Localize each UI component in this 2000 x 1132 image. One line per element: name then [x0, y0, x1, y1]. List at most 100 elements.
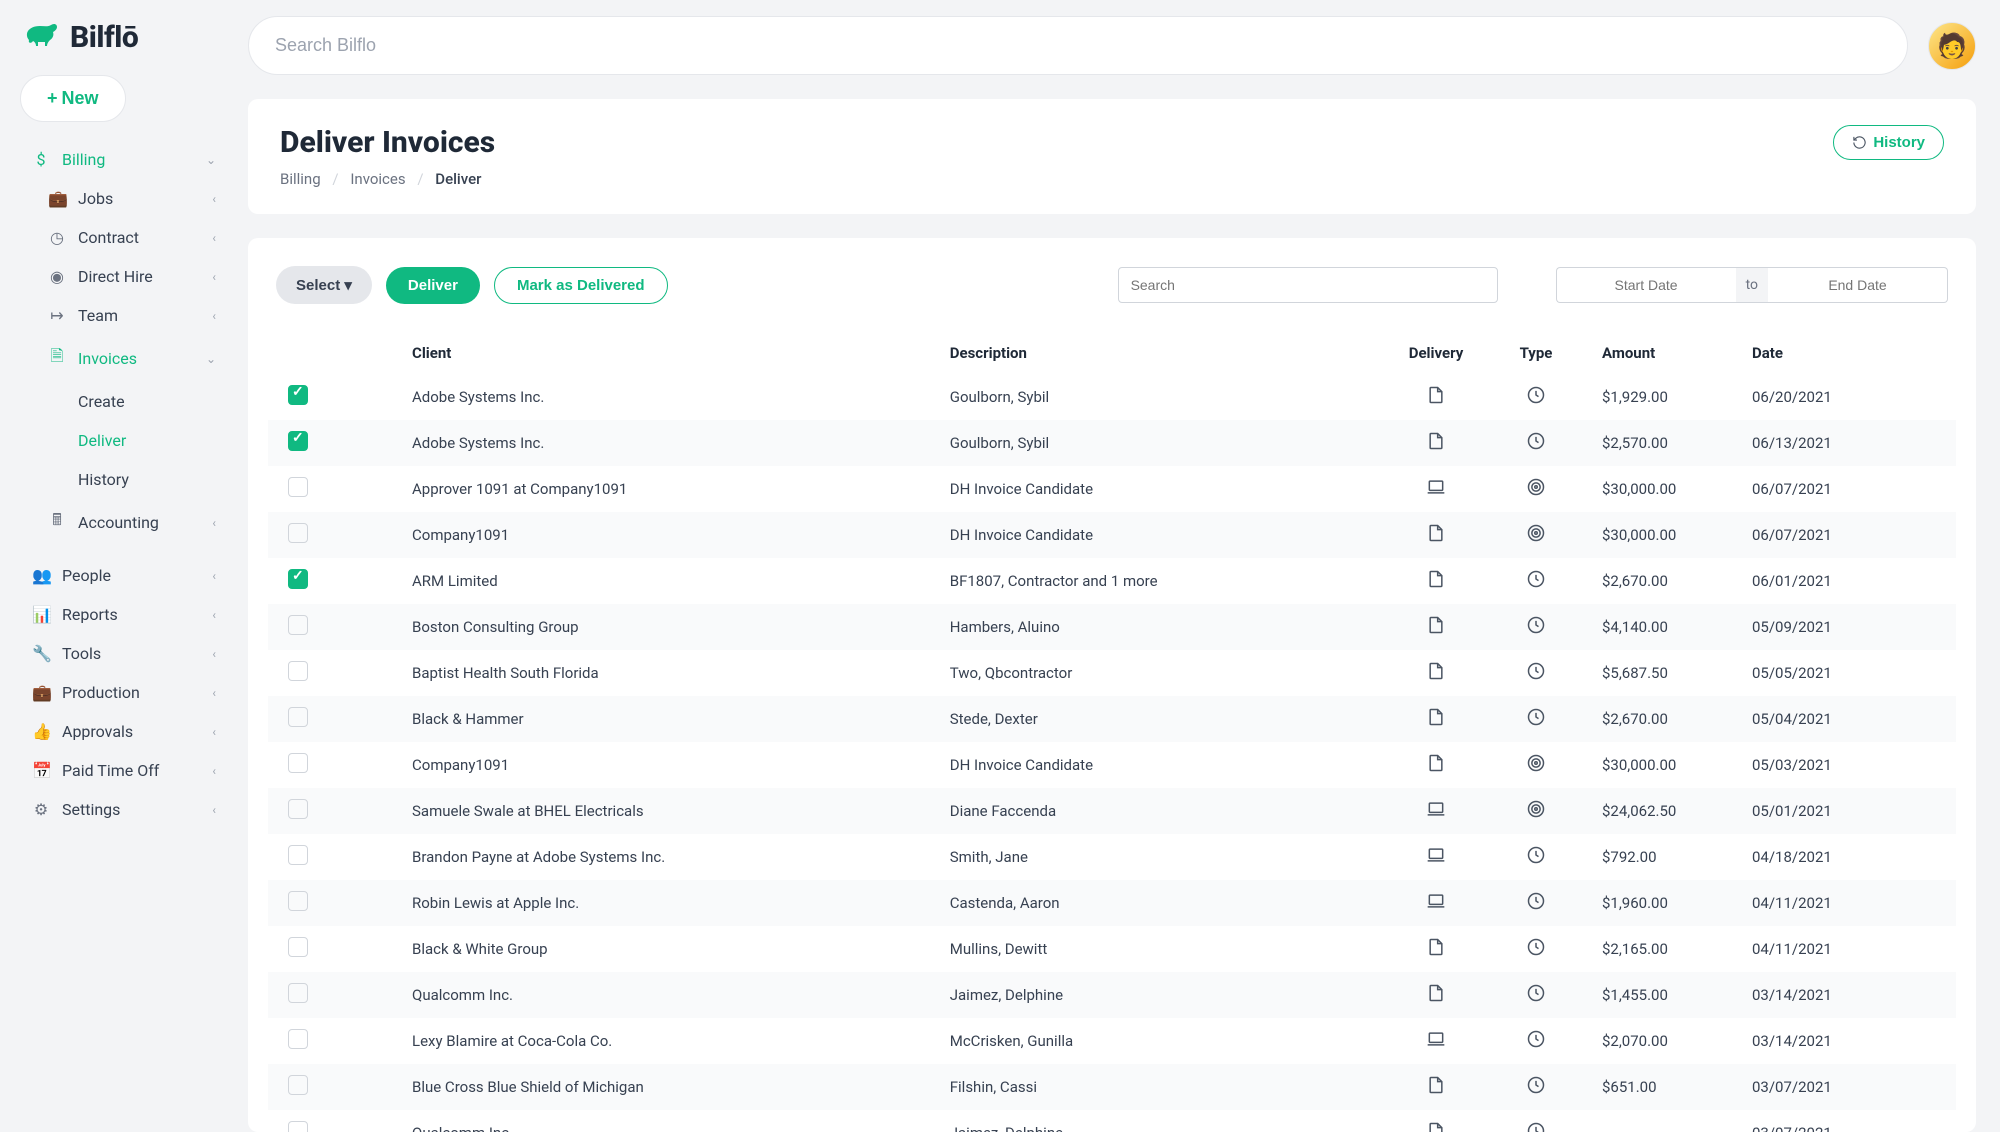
- nav-sub-contract[interactable]: ◷Contract‹: [16, 218, 232, 257]
- share-icon: ↦: [48, 306, 66, 325]
- col-date[interactable]: Date: [1736, 332, 1896, 374]
- cell-date: 06/13/2021: [1736, 420, 1896, 466]
- nav-accounting[interactable]: 🖩Accounting ‹: [16, 499, 232, 546]
- row-checkbox[interactable]: [288, 753, 308, 773]
- nav-reports[interactable]: 📊Reports‹: [16, 595, 232, 634]
- table-row[interactable]: Baptist Health South Florida Two, Qbcont…: [268, 650, 1956, 696]
- nav-paid-time-off[interactable]: 📅Paid Time Off‹: [16, 751, 232, 790]
- file-icon: [1426, 661, 1446, 681]
- row-checkbox[interactable]: [288, 431, 308, 451]
- deliver-button[interactable]: Deliver: [386, 267, 480, 304]
- row-checkbox[interactable]: [288, 937, 308, 957]
- nav-approvals[interactable]: 👍Approvals‹: [16, 712, 232, 751]
- start-date-input[interactable]: [1556, 267, 1736, 303]
- nav-people[interactable]: 👥People‹: [16, 556, 232, 595]
- row-checkbox[interactable]: [288, 661, 308, 681]
- nav-leaf-history[interactable]: History: [16, 460, 232, 499]
- table-search-input[interactable]: [1118, 267, 1498, 303]
- table-row[interactable]: Blue Cross Blue Shield of Michigan Filsh…: [268, 1064, 1956, 1110]
- table-row[interactable]: Samuele Swale at BHEL Electricals Diane …: [268, 788, 1956, 834]
- row-checkbox[interactable]: [288, 799, 308, 819]
- row-checkbox[interactable]: [288, 523, 308, 543]
- cell-date: 05/05/2021: [1736, 650, 1896, 696]
- clock-icon: [1526, 661, 1546, 681]
- cell-client: Adobe Systems Inc.: [396, 420, 934, 466]
- clock-icon: [1526, 431, 1546, 451]
- logo[interactable]: Bilflō: [16, 16, 232, 75]
- nav-sub-invoices[interactable]: 🗎Invoices⌄: [16, 335, 232, 382]
- table-row[interactable]: Company1091 DH Invoice Candidate $30,000…: [268, 742, 1956, 788]
- table-row[interactable]: Black & White Group Mullins, Dewitt $2,1…: [268, 926, 1956, 972]
- target-small-icon: ◉: [48, 267, 66, 286]
- table-row[interactable]: Qualcomm Inc. Jaimez, Delphine $1,455.00…: [268, 972, 1956, 1018]
- file-icon: [1426, 937, 1446, 957]
- table-row[interactable]: ARM Limited BF1807, Contractor and 1 mor…: [268, 558, 1956, 604]
- cell-amount: $1,960.00: [1586, 880, 1736, 926]
- nav-sub-jobs[interactable]: 💼Jobs‹: [16, 179, 232, 218]
- cell-client: Black & White Group: [396, 926, 934, 972]
- cell-client: Lexy Blamire at Coca-Cola Co.: [396, 1018, 934, 1064]
- cell-date: 05/04/2021: [1736, 696, 1896, 742]
- col-amount[interactable]: Amount: [1586, 332, 1736, 374]
- row-checkbox[interactable]: [288, 569, 308, 589]
- row-checkbox[interactable]: [288, 1075, 308, 1095]
- nav-sub-team[interactable]: ↦Team‹: [16, 296, 232, 335]
- cell-client: Company1091: [396, 512, 934, 558]
- table-row[interactable]: Brandon Payne at Adobe Systems Inc. Smit…: [268, 834, 1956, 880]
- table-row[interactable]: Qualcomm Inc. Jaimez, Delphine 03/07/202…: [268, 1110, 1956, 1132]
- global-search-input[interactable]: [248, 16, 1908, 75]
- cell-date: 04/18/2021: [1736, 834, 1896, 880]
- clock-icon: ◷: [48, 228, 66, 247]
- chevron-left-icon: ‹: [212, 569, 216, 583]
- table-row[interactable]: Adobe Systems Inc. Goulborn, Sybil $2,57…: [268, 420, 1956, 466]
- nav-production[interactable]: 💼Production‹: [16, 673, 232, 712]
- row-checkbox[interactable]: [288, 477, 308, 497]
- row-checkbox[interactable]: [288, 615, 308, 635]
- end-date-input[interactable]: [1768, 267, 1948, 303]
- row-checkbox[interactable]: [288, 983, 308, 1003]
- nav-leaf-create[interactable]: Create: [16, 382, 232, 421]
- new-button[interactable]: +New: [20, 75, 126, 122]
- col-description[interactable]: Description: [934, 332, 1386, 374]
- file-icon: [1426, 569, 1446, 589]
- cell-date: 03/14/2021: [1736, 1018, 1896, 1064]
- select-dropdown[interactable]: Select ▾: [276, 266, 372, 304]
- user-avatar[interactable]: 🧑: [1928, 22, 1976, 70]
- table-row[interactable]: Lexy Blamire at Coca-Cola Co. McCrisken,…: [268, 1018, 1956, 1064]
- file-icon: [1426, 385, 1446, 405]
- calculator-icon: 🖩: [48, 509, 66, 536]
- table-row[interactable]: Robin Lewis at Apple Inc. Castenda, Aaro…: [268, 880, 1956, 926]
- nav-tools[interactable]: 🔧Tools‹: [16, 634, 232, 673]
- row-checkbox[interactable]: [288, 891, 308, 911]
- row-checkbox[interactable]: [288, 845, 308, 865]
- nav-sub-direct-hire[interactable]: ◉Direct Hire‹: [16, 257, 232, 296]
- row-checkbox[interactable]: [288, 1121, 308, 1132]
- nav-billing[interactable]: $Billing ⌄: [16, 140, 232, 179]
- col-type[interactable]: Type: [1486, 332, 1586, 374]
- table-row[interactable]: Black & Hammer Stede, Dexter $2,670.00 0…: [268, 696, 1956, 742]
- cell-description: Stede, Dexter: [934, 696, 1386, 742]
- breadcrumb-invoices[interactable]: Invoices: [350, 170, 405, 188]
- laptop-icon: [1426, 477, 1446, 497]
- cell-date: 03/14/2021: [1736, 972, 1896, 1018]
- nav-settings[interactable]: ⚙Settings‹: [16, 790, 232, 829]
- logo-text: Bilflō: [70, 20, 138, 55]
- cell-description: McCrisken, Gunilla: [934, 1018, 1386, 1064]
- cell-client: Qualcomm Inc.: [396, 972, 934, 1018]
- row-checkbox[interactable]: [288, 1029, 308, 1049]
- col-delivery[interactable]: Delivery: [1386, 332, 1486, 374]
- chevron-icon: ⌄: [206, 352, 216, 366]
- col-client[interactable]: Client: [396, 332, 934, 374]
- table-row[interactable]: Boston Consulting Group Hambers, Aluino …: [268, 604, 1956, 650]
- clock-icon: [1526, 1075, 1546, 1095]
- mark-delivered-button[interactable]: Mark as Delivered: [494, 267, 668, 304]
- table-row[interactable]: Approver 1091 at Company1091 DH Invoice …: [268, 466, 1956, 512]
- history-button[interactable]: History: [1833, 125, 1944, 160]
- breadcrumb-billing[interactable]: Billing: [280, 170, 321, 188]
- row-checkbox[interactable]: [288, 385, 308, 405]
- table-row[interactable]: Adobe Systems Inc. Goulborn, Sybil $1,92…: [268, 374, 1956, 420]
- plus-icon: +: [47, 88, 58, 109]
- nav-leaf-deliver[interactable]: Deliver: [16, 421, 232, 460]
- row-checkbox[interactable]: [288, 707, 308, 727]
- table-row[interactable]: Company1091 DH Invoice Candidate $30,000…: [268, 512, 1956, 558]
